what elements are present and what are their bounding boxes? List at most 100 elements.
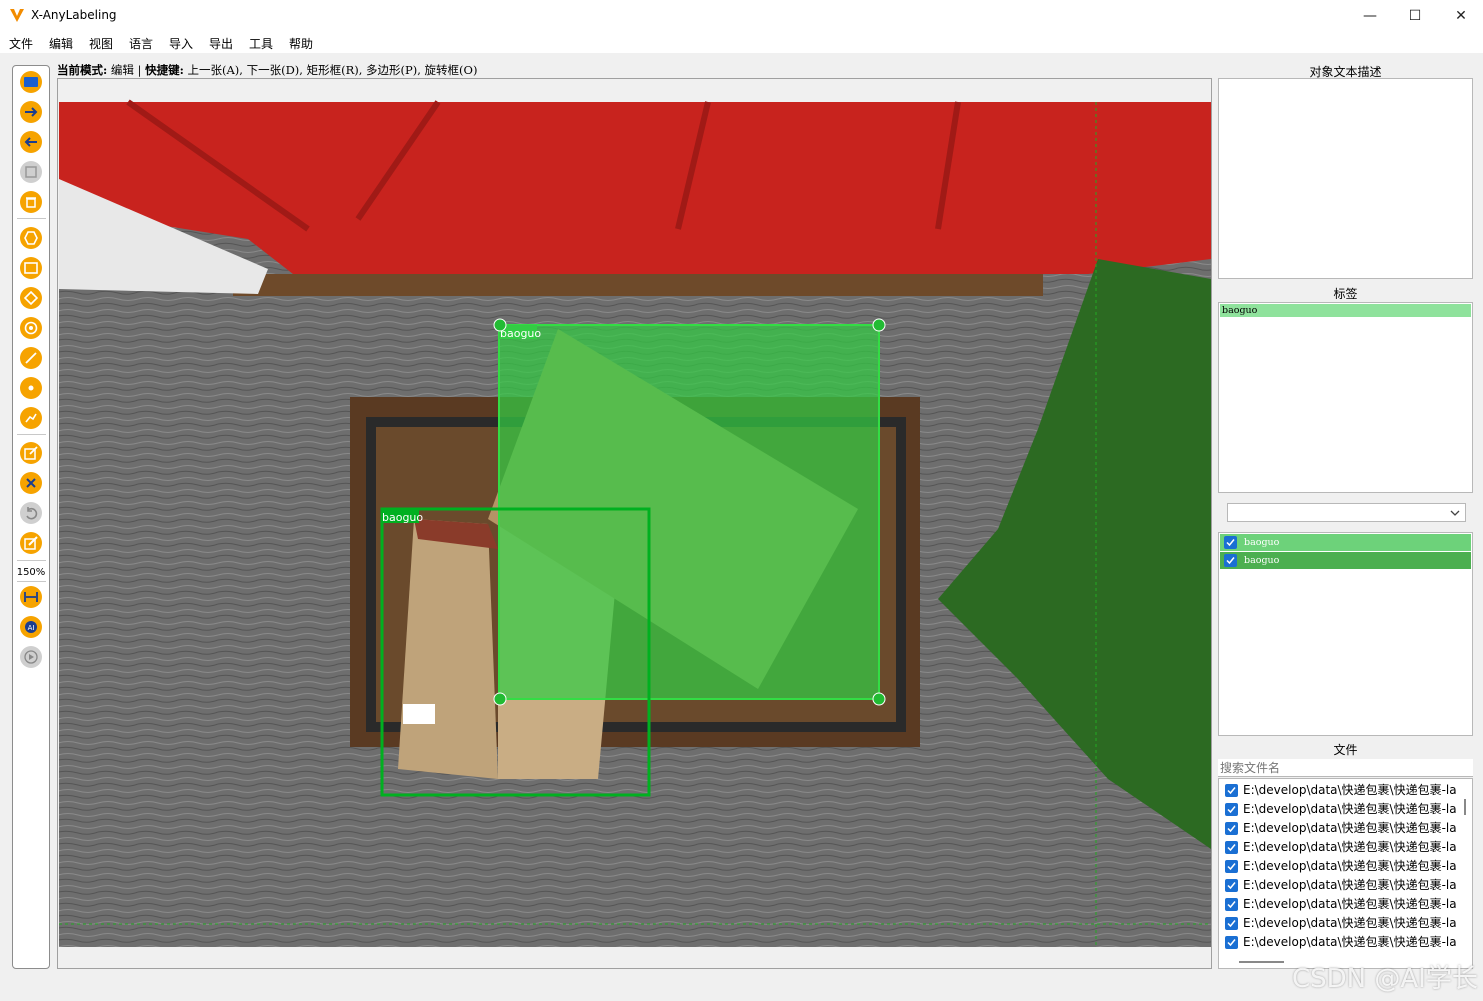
rectangle-button[interactable] — [20, 257, 42, 279]
edit-icon — [24, 446, 38, 460]
rotation-box-button[interactable] — [20, 287, 42, 309]
shortcut-value: 上一张(A), 下一张(D), 矩形框(R), 多边形(P), 旋转框(O) — [187, 63, 478, 77]
shape-list-item[interactable]: baoguo — [1220, 552, 1471, 569]
title-bar: X-AnyLabeling — ☐ ✕ — [0, 0, 1483, 31]
selected-shape-rect[interactable] — [498, 324, 880, 700]
menu-export[interactable]: 导出 — [209, 35, 233, 52]
rectangle-icon — [24, 262, 38, 274]
checkbox-checked-icon[interactable] — [1225, 879, 1238, 892]
labels-title: 标签 — [1333, 287, 1358, 301]
file-list-item[interactable]: E:\develop\data\快递包裹\快递包裹-la — [1223, 781, 1472, 800]
circle-button[interactable] — [20, 317, 42, 339]
description-textbox[interactable] — [1218, 78, 1473, 279]
minimize-icon: — — [1363, 7, 1377, 24]
menu-help[interactable]: 帮助 — [289, 35, 313, 52]
checkbox-checked-icon[interactable] — [1224, 554, 1237, 567]
delete-shape-button[interactable] — [20, 472, 42, 494]
file-list-item[interactable]: E:\develop\data\快递包裹\快递包裹-la — [1223, 914, 1472, 933]
open-dir-button[interactable] — [20, 71, 42, 93]
vertical-scrollbar[interactable] — [1464, 799, 1466, 815]
fit-width-button[interactable] — [20, 586, 42, 608]
checkbox-checked-icon[interactable] — [1225, 822, 1238, 835]
maximize-icon: ☐ — [1408, 7, 1422, 24]
rotation-icon — [24, 291, 38, 305]
app-logo-icon — [10, 9, 24, 22]
shape-list-label: baoguo — [1244, 537, 1280, 548]
vertex-handle[interactable] — [872, 318, 886, 332]
file-list-item[interactable]: E:\develop\data\快递包裹\快递包裹-la — [1223, 895, 1472, 914]
barcode-label — [403, 704, 435, 724]
checkbox-checked-icon[interactable] — [1225, 860, 1238, 873]
polygon-icon — [24, 231, 38, 245]
vertex-handle[interactable] — [493, 692, 507, 706]
toolbar-divider — [17, 581, 46, 582]
file-path: E:\develop\data\快递包裹\快递包裹-la — [1243, 840, 1457, 854]
file-list-item[interactable]: E:\develop\data\快递包裹\快递包裹-la — [1223, 876, 1472, 895]
checkbox-checked-icon[interactable] — [1225, 784, 1238, 797]
edit-button[interactable] — [20, 442, 42, 464]
file-list-item[interactable]: E:\develop\data\快递包裹\快递包裹-la — [1223, 838, 1472, 857]
file-list-item[interactable]: E:\develop\data\快递包裹\快递包裹-la — [1223, 857, 1472, 876]
files-title: 文件 — [1333, 743, 1358, 757]
label-list-item[interactable]: baoguo — [1220, 304, 1471, 317]
brush-button[interactable] — [20, 532, 42, 554]
delete-icon — [26, 197, 36, 208]
brush-icon — [24, 536, 38, 550]
checkbox-checked-icon[interactable] — [1224, 536, 1237, 549]
menu-import[interactable]: 导入 — [169, 35, 193, 52]
annotation-canvas[interactable]: baoguo baoguo — [57, 78, 1212, 969]
minimize-button[interactable]: — — [1347, 0, 1393, 31]
vertex-handle[interactable] — [493, 318, 507, 332]
checkbox-checked-icon[interactable] — [1225, 936, 1238, 949]
window-title: X-AnyLabeling — [31, 8, 117, 22]
left-toolbar: 150% AI — [12, 65, 50, 969]
vertex-handle[interactable] — [872, 692, 886, 706]
close-shape-icon — [26, 478, 36, 488]
checkbox-checked-icon[interactable] — [1225, 898, 1238, 911]
menu-file[interactable]: 文件 — [9, 35, 33, 52]
mode-status-line: 当前模式: 编辑 | 快捷键: 上一张(A), 下一张(D), 矩形框(R), … — [57, 62, 477, 78]
prev-image-button[interactable] — [20, 131, 42, 153]
point-icon — [28, 385, 34, 391]
toolbar-divider — [17, 560, 46, 561]
canvas-image[interactable]: baoguo baoguo — [58, 79, 1211, 968]
file-path: E:\develop\data\快递包裹\快递包裹-la — [1243, 916, 1457, 930]
menu-view[interactable]: 视图 — [89, 35, 113, 52]
maximize-button[interactable]: ☐ — [1392, 0, 1438, 31]
menu-language[interactable]: 语言 — [129, 35, 153, 52]
shape-label-text: baoguo — [500, 327, 541, 340]
linestrip-button[interactable] — [20, 407, 42, 429]
close-button[interactable]: ✕ — [1438, 0, 1483, 31]
zoom-level[interactable]: 150% — [13, 567, 49, 578]
save-button[interactable] — [20, 161, 42, 183]
point-button[interactable] — [20, 377, 42, 399]
small-box-left — [398, 519, 498, 779]
next-image-button[interactable] — [20, 101, 42, 123]
line-button[interactable] — [20, 347, 42, 369]
polygon-button[interactable] — [20, 227, 42, 249]
prev-image-icon — [24, 137, 37, 147]
play-button[interactable] — [20, 646, 42, 668]
checkbox-checked-icon[interactable] — [1225, 917, 1238, 930]
file-list-item[interactable]: E:\develop\data\快递包裹\快递包裹-la — [1223, 800, 1472, 819]
checkbox-checked-icon[interactable] — [1225, 841, 1238, 854]
undo-icon — [26, 507, 38, 520]
ai-button[interactable]: AI — [20, 616, 42, 638]
delete-file-button[interactable] — [20, 191, 42, 213]
menu-tools[interactable]: 工具 — [249, 35, 273, 52]
shape-list-item[interactable]: baoguo — [1220, 534, 1471, 551]
menu-edit[interactable]: 编辑 — [49, 35, 73, 52]
file-list-item[interactable]: E:\develop\data\快递包裹\快递包裹-la — [1223, 933, 1472, 952]
undo-button[interactable] — [20, 502, 42, 524]
watermark: CSDN @AI学长 — [1292, 964, 1478, 994]
checkbox-checked-icon[interactable] — [1225, 803, 1238, 816]
shortcut-label: 快捷键: — [145, 63, 184, 77]
file-path: E:\develop\data\快递包裹\快递包裹-la — [1243, 802, 1457, 816]
circle-icon — [24, 321, 38, 335]
label-filter-select[interactable] — [1227, 503, 1466, 522]
close-icon: ✕ — [1455, 7, 1467, 24]
file-list-item[interactable]: E:\develop\data\快递包裹\快递包裹-la — [1223, 819, 1472, 838]
horizontal-scrollbar[interactable] — [1239, 961, 1284, 963]
file-search-input[interactable] — [1218, 759, 1473, 777]
file-path: E:\develop\data\快递包裹\快递包裹-la — [1243, 821, 1457, 835]
